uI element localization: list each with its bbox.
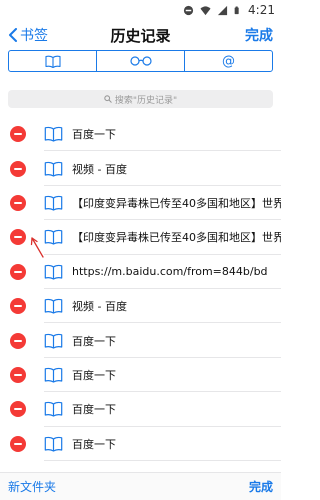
history-row[interactable]: 【印度变异毒株已传至40多国和地区】世界	[0, 186, 281, 221]
history-title: 视频 - 百度	[72, 162, 127, 176]
status-time: 4:21	[248, 3, 275, 17]
done-button[interactable]: 完成	[245, 25, 273, 45]
tab-bookmarks[interactable]	[9, 51, 97, 71]
history-list: 百度一下 视频 - 百度 【印度变异毒株已传至40多国和地区】世界 【印度变异毒株已传…	[0, 117, 281, 462]
book-icon	[44, 367, 63, 383]
history-row[interactable]: 百度一下	[0, 117, 281, 152]
history-title: 【印度变异毒株已传至40多国和地区】世界	[72, 196, 281, 210]
minus-icon	[14, 305, 22, 308]
history-row[interactable]: 百度一下	[0, 323, 281, 359]
new-folder-button[interactable]: 新文件夹	[8, 478, 56, 495]
history-row[interactable]: 【印度变异毒株已传至40多国和地区】世界	[0, 220, 281, 255]
delete-button[interactable]	[10, 126, 26, 143]
minus-icon	[14, 373, 22, 376]
signal-icon	[217, 5, 228, 15]
history-row[interactable]: 百度一下	[0, 358, 281, 393]
history-title: 百度一下	[72, 368, 116, 382]
delete-button[interactable]	[10, 194, 26, 211]
book-icon	[44, 436, 63, 452]
tab-shared-links[interactable]: @	[185, 51, 272, 71]
delete-button[interactable]	[10, 332, 26, 349]
history-title: 百度一下	[72, 128, 116, 142]
history-row[interactable]: 百度一下	[0, 427, 281, 462]
minus-icon	[14, 442, 22, 445]
history-title: 百度一下	[72, 334, 116, 348]
delete-button[interactable]	[10, 229, 26, 246]
minus-icon	[14, 236, 22, 239]
minus-icon	[14, 270, 22, 273]
search-placeholder: 搜索"历史记录"	[114, 95, 178, 106]
minus-icon	[14, 408, 22, 411]
status-bar: 4:21	[0, 0, 281, 20]
tab-shared-links-label: @	[222, 53, 235, 69]
book-icon	[44, 402, 63, 417]
book-icon	[44, 299, 63, 314]
book-icon	[44, 230, 63, 245]
glasses-icon	[129, 56, 152, 66]
search-input[interactable]: 搜索"历史记录"	[8, 90, 273, 108]
delete-button[interactable]	[10, 160, 26, 177]
segmented-control: @	[8, 50, 273, 72]
wifi-icon	[200, 5, 211, 15]
search-icon	[104, 95, 112, 103]
history-title: 视频 - 百度	[72, 300, 127, 314]
history-title: 百度一下	[72, 403, 116, 417]
delete-button[interactable]	[10, 263, 26, 280]
history-row[interactable]: 视频 - 百度	[0, 289, 281, 324]
minus-icon	[14, 339, 22, 342]
book-icon	[44, 55, 61, 68]
delete-button[interactable]	[10, 298, 26, 315]
history-title: 百度一下	[72, 437, 116, 451]
minus-icon	[14, 201, 22, 204]
nav-bar: 书签 历史记录 完成	[0, 22, 281, 48]
history-title: https://m.baidu.com/from=844b/bd	[72, 265, 268, 279]
delete-button[interactable]	[10, 435, 26, 452]
delete-button[interactable]	[10, 366, 26, 383]
history-row[interactable]: https://m.baidu.com/from=844b/bd	[0, 255, 281, 290]
bottom-toolbar: 新文件夹 完成	[0, 472, 281, 500]
back-button[interactable]: 书签	[8, 25, 48, 45]
book-icon	[44, 264, 63, 280]
delete-button[interactable]	[10, 401, 26, 418]
minus-icon	[14, 133, 22, 136]
book-icon	[44, 127, 63, 142]
history-title: 【印度变异毒株已传至40多国和地区】世界	[72, 231, 281, 245]
history-row[interactable]: 视频 - 百度	[0, 151, 281, 187]
book-icon	[44, 333, 63, 349]
dnd-icon	[183, 5, 194, 15]
battery-icon	[234, 6, 239, 14]
tab-reading-list[interactable]	[97, 51, 185, 71]
book-icon	[44, 161, 63, 177]
book-icon	[44, 195, 63, 211]
history-row[interactable]: 百度一下	[0, 392, 281, 427]
toolbar-done-button[interactable]: 完成	[249, 478, 273, 495]
back-button-label: 书签	[20, 28, 48, 44]
chevron-left-icon	[9, 28, 17, 42]
minus-icon	[14, 167, 22, 170]
